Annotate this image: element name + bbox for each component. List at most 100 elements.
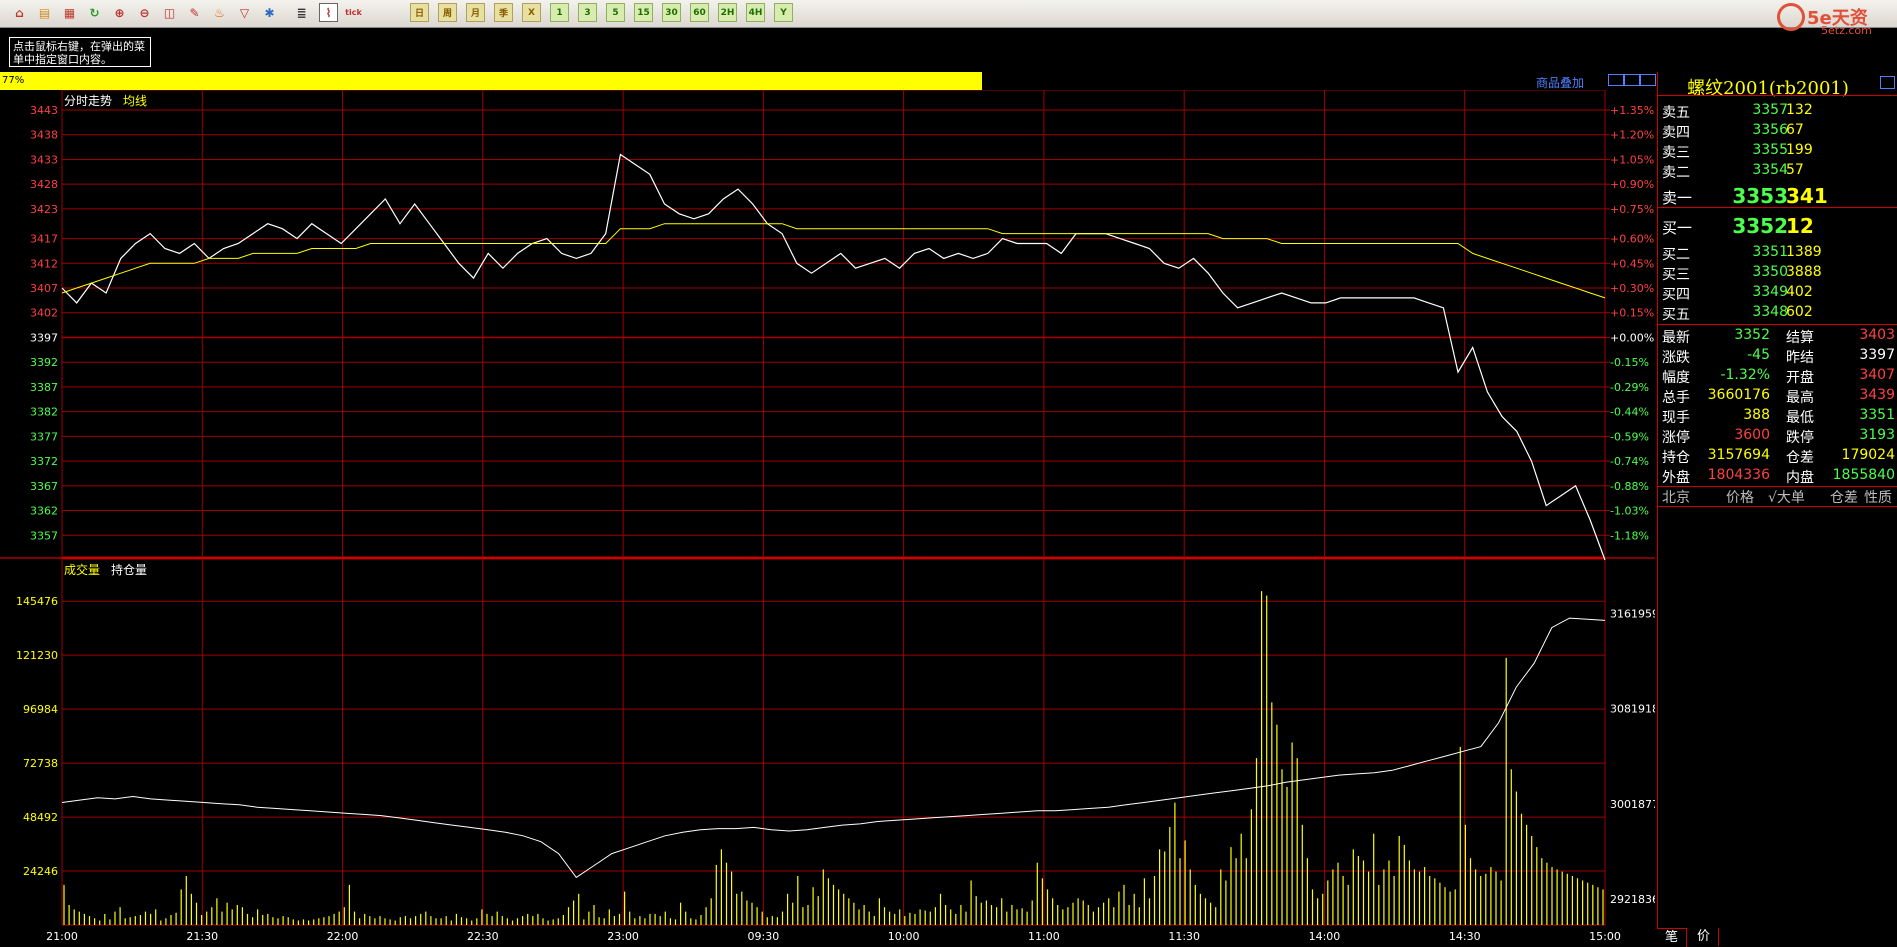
period-button-2[interactable]: 月 bbox=[466, 3, 485, 22]
quote-price: 3660176 bbox=[1707, 387, 1770, 403]
list-icon[interactable]: ≣ bbox=[292, 3, 311, 22]
bid-row: 买四 3349 402 bbox=[1658, 282, 1897, 303]
zoom-out-icon[interactable]: ⊖ bbox=[135, 3, 154, 22]
period-button-5[interactable]: 1 bbox=[550, 3, 569, 22]
quote-lbl: 买五 bbox=[1662, 307, 1690, 323]
quote-price: 3157694 bbox=[1707, 447, 1770, 463]
period-button-0[interactable]: 日 bbox=[410, 3, 429, 22]
price-tick-left: 3428 bbox=[30, 178, 58, 191]
pct-tick-right: -1.03% bbox=[1610, 505, 1649, 518]
legend-avg: 均线 bbox=[123, 94, 147, 108]
quote-lbl: 结算 bbox=[1786, 330, 1814, 346]
volume-tick-left: 24246 bbox=[23, 865, 58, 878]
quote-lbl: 开盘 bbox=[1786, 370, 1814, 386]
tick-icon[interactable]: tick bbox=[344, 3, 363, 22]
window-tile-icon[interactable] bbox=[1624, 74, 1640, 86]
quote-lbl: 涨停 bbox=[1662, 430, 1690, 446]
refresh-icon[interactable]: ↻ bbox=[85, 3, 104, 22]
pct-tick-right: +1.20% bbox=[1610, 129, 1654, 142]
period-button-8[interactable]: 15 bbox=[634, 3, 653, 22]
quote-price: 3397 bbox=[1859, 347, 1895, 363]
fire-icon[interactable]: ♨ bbox=[210, 3, 229, 22]
period-button-1[interactable]: 周 bbox=[438, 3, 457, 22]
stat-row: 总手 3660176 最高 3439 bbox=[1658, 385, 1897, 406]
quote-lbl: 外盘 bbox=[1662, 470, 1690, 486]
quote-price: 3351 bbox=[1859, 407, 1895, 423]
period-button-10[interactable]: 60 bbox=[690, 3, 709, 22]
price-tick-left: 3387 bbox=[30, 381, 58, 394]
tick-label: tick bbox=[345, 8, 362, 17]
pct-tick-right: +0.75% bbox=[1610, 203, 1654, 216]
quote-vol: 3888 bbox=[1786, 264, 1822, 280]
period-button-9[interactable]: 30 bbox=[662, 3, 681, 22]
quote-price: 3352 bbox=[1732, 214, 1788, 238]
tab-0[interactable]: 笔 bbox=[1657, 928, 1688, 947]
intraday-chart[interactable]: 3443 +1.35% 3438 +1.20% 3433 +1.05% 3428 +0.90%… bbox=[0, 90, 1655, 946]
bid-row: 买三 3350 3888 bbox=[1658, 262, 1897, 283]
pct-tick-right: +0.60% bbox=[1610, 233, 1654, 246]
bid-row: 买五 3348 602 bbox=[1658, 302, 1897, 323]
panel-toggle-icon[interactable] bbox=[1880, 76, 1895, 89]
pct-tick-right: -0.29% bbox=[1610, 381, 1649, 394]
legend-price: 分时走势 bbox=[64, 94, 112, 108]
quote-price: 3349 bbox=[1752, 284, 1788, 300]
quote-lbl: 卖五 bbox=[1662, 105, 1690, 121]
window-restore-icon[interactable] bbox=[1608, 74, 1624, 86]
new-icon[interactable]: ✱ bbox=[260, 3, 279, 22]
time-tick: 09:30 bbox=[748, 930, 780, 943]
quote-vol: 132 bbox=[1786, 102, 1813, 118]
overlay-link[interactable]: 商品叠加 bbox=[1536, 74, 1584, 91]
price-tick-left: 3438 bbox=[30, 129, 58, 142]
price-line bbox=[61, 153, 1606, 561]
book-icon[interactable]: ▦ bbox=[60, 3, 79, 22]
separator bbox=[1658, 207, 1897, 208]
stat-row: 涨跌 -45 昨结 3397 bbox=[1658, 345, 1897, 366]
toolbar: ⌂ ▤ ▦ ↻ ⊕ ⊖ ◫ ✎ ♨ ▽ ✱ ≣ ⌇ tick 日周月季 X 1 3 5 15 30 60 2H 4H Y bbox=[0, 0, 1897, 28]
intraday-chart-icon[interactable]: ⌇ bbox=[319, 3, 338, 22]
quote-lbl: 内盘 bbox=[1786, 470, 1814, 486]
contract-title: 螺纹2001(rb2001) bbox=[1687, 78, 1849, 99]
time-tick: 14:00 bbox=[1309, 930, 1341, 943]
quote-price: 3348 bbox=[1752, 304, 1788, 320]
period-button-4[interactable]: X bbox=[522, 3, 541, 22]
filter-icon[interactable]: ▽ bbox=[235, 3, 254, 22]
period-button-3[interactable]: 季 bbox=[494, 3, 513, 22]
bid-row: 买二 3351 1389 bbox=[1658, 242, 1897, 263]
oi-tick-right: 3081918 bbox=[1610, 703, 1655, 716]
quote-vol: 602 bbox=[1786, 304, 1813, 320]
price-tick-left: 3392 bbox=[30, 356, 58, 369]
quote-lbl: √大单 bbox=[1768, 490, 1805, 506]
period-button-11[interactable]: 2H bbox=[718, 3, 737, 22]
zoom-in-icon[interactable]: ⊕ bbox=[110, 3, 129, 22]
window-icon[interactable]: ◫ bbox=[160, 3, 179, 22]
period-button-12[interactable]: 4H bbox=[746, 3, 765, 22]
quote-lbl: 持仓 bbox=[1662, 450, 1690, 466]
period-button-6[interactable]: 3 bbox=[578, 3, 597, 22]
ask-row: 卖三 3355 199 bbox=[1658, 140, 1897, 161]
oi-tick-right: 2921836 bbox=[1610, 893, 1655, 906]
progress-bar bbox=[0, 72, 982, 90]
volume-tick-left: 96984 bbox=[23, 703, 58, 716]
quote-price: 388 bbox=[1743, 407, 1770, 423]
home-icon[interactable]: ⌂ bbox=[10, 3, 29, 22]
folder-icon[interactable]: ▤ bbox=[35, 3, 54, 22]
time-tick: 14:30 bbox=[1449, 930, 1481, 943]
period-button-13[interactable]: Y bbox=[774, 3, 793, 22]
quote-lbl: 卖三 bbox=[1662, 145, 1690, 161]
quote-lbl: 买三 bbox=[1662, 267, 1690, 283]
quote-price: 3600 bbox=[1734, 427, 1770, 443]
quote-price: 1804336 bbox=[1707, 467, 1770, 483]
tab-1[interactable]: 价 bbox=[1689, 928, 1720, 946]
price-tick-left: 3397 bbox=[30, 331, 58, 344]
quote-lbl: 性质 bbox=[1864, 490, 1892, 506]
volume-tick-left: 121230 bbox=[16, 649, 58, 662]
quote-price: 3350 bbox=[1752, 264, 1788, 280]
pen-icon[interactable]: ✎ bbox=[185, 3, 204, 22]
stat-row: 外盘 1804336 内盘 1855840 bbox=[1658, 465, 1897, 486]
pct-tick-right: -0.59% bbox=[1610, 430, 1649, 443]
pct-tick-right: -0.44% bbox=[1610, 406, 1649, 419]
quote-price: 3352 bbox=[1734, 327, 1770, 343]
average-line bbox=[61, 223, 1606, 299]
window-close-icon[interactable] bbox=[1640, 74, 1656, 86]
period-button-7[interactable]: 5 bbox=[606, 3, 625, 22]
